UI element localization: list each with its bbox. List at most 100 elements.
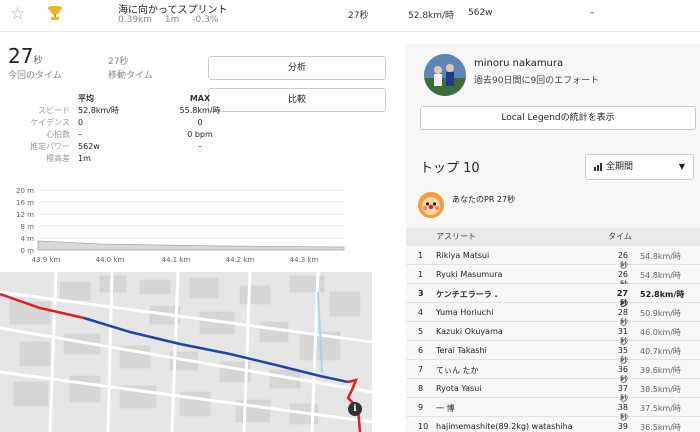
effort-speed: 54.8km/時 (640, 252, 681, 261)
user-avatar[interactable] (418, 192, 444, 218)
athlete-name[interactable]: Terai Takashi (436, 346, 487, 355)
rank: 3 (418, 289, 424, 298)
effort-speed: 38.5km/時 (640, 385, 681, 394)
stats-row-elevation: 標高差 1m (8, 152, 246, 164)
table-row[interactable]: 8 Ryota Yasui 37秒 38.5km/時 (406, 379, 700, 403)
stats-label: 標高差 (46, 153, 70, 163)
effort-speed: 39.6km/時 (640, 366, 681, 375)
table-row-current-user[interactable]: 3 ケンチエラーラ . 27秒 52.8km/時 (406, 284, 700, 308)
stats-max: 0 bpm (187, 129, 213, 139)
local-legend-stats-button[interactable]: Local Legendの統計を表示 (420, 106, 696, 130)
segment-name[interactable]: 海に向かってスプリント (118, 1, 228, 16)
stats-row-speed: スピード 52.8km/時 55.8km/時 (8, 104, 246, 116)
rank: 6 (418, 346, 424, 355)
rank: 4 (418, 308, 424, 317)
table-row[interactable]: 4 Yuma Horiuchi 28秒 50.9km/時 (406, 303, 700, 327)
athlete-name[interactable]: 一 博 (436, 403, 455, 414)
info-icon[interactable]: i (348, 402, 362, 416)
effort-speed: 37.5km/時 (640, 404, 681, 413)
athlete-name[interactable]: Yuma Horiuchi (436, 308, 493, 317)
table-row[interactable]: 5 Kazuki Okuyama 31秒 46.0km/時 (406, 322, 700, 346)
elapsed-time-value: 27 (8, 44, 34, 68)
athlete-name[interactable]: hajimemashite(89.2kg) watashiha (436, 422, 573, 431)
table-row[interactable]: 9一 博 38秒 37.5km/時 (406, 398, 700, 422)
col-athlete: アスリート (436, 232, 476, 241)
personal-record-row (406, 186, 700, 228)
segment-stats: 0.39km 1m -0.3% (118, 15, 228, 25)
table-row[interactable]: 1Ryuki Masumura26秒54.8km/時 (406, 265, 700, 289)
elev-x-tick: 44.3 km (290, 256, 319, 264)
rank: 5 (418, 327, 424, 336)
stats-max: 0 (197, 117, 203, 127)
stats-avg: 1m (78, 153, 91, 163)
stats-avg: 562w (78, 141, 100, 151)
stats-label: ケイデンス (30, 117, 70, 127)
elevation-chart[interactable]: 20 m 16 m 12 m 8 m 4 m 0 m 43.9 km 44.0 … (0, 182, 350, 266)
effort-time[interactable]: 39秒 (610, 422, 628, 432)
segment-row-power: 562w (468, 8, 493, 18)
athlete-name[interactable]: てぃん たか (436, 365, 479, 376)
period-select[interactable]: 全期間 ▼ (585, 154, 694, 180)
effort-speed: 36.5km/時 (640, 423, 681, 432)
leaderboard-title: トップ 10 (420, 161, 480, 176)
table-row[interactable]: 10 hajimemashite(89.2kg) watashiha 39秒 36.5… (406, 417, 700, 432)
map-canvas (0, 272, 372, 432)
local-legend-description: 過去90日間に9回のエフォート (474, 76, 600, 86)
rank: 1 (418, 251, 424, 260)
trophy-icon (48, 6, 62, 20)
athlete-name[interactable]: Ryota Yasui (436, 384, 481, 393)
effort-speed: 40.7km/時 (640, 347, 681, 356)
elapsed-time-label: 今回のタイム (8, 71, 62, 81)
rank: 9 (418, 403, 424, 412)
stats-label: スピード (38, 105, 70, 115)
segment-elevation: 1m (164, 15, 180, 25)
table-row[interactable]: 1 Rikiya Matsui 26秒 54.8km/時 (406, 246, 700, 270)
effort-speed: 46.0km/時 (640, 328, 681, 337)
stats-label: 心拍数 (46, 129, 70, 139)
athlete-name[interactable]: Rikiya Matsui (436, 251, 489, 260)
personal-record-text: あなたのPR 27秒 (452, 195, 516, 204)
stats-label: 推定パワー (30, 141, 70, 151)
rank: 8 (418, 384, 424, 393)
rank: 7 (418, 365, 424, 374)
effort-speed: 52.8km/時 (640, 290, 685, 299)
athlete-name[interactable]: Kazuki Okuyama (436, 327, 503, 336)
star-icon[interactable]: ☆ (10, 4, 25, 24)
route-map[interactable]: i (0, 272, 372, 432)
leaderboard-list: 1 Rikiya Matsui 26秒 54.8km/時 1 Ryuki Masumur… (406, 246, 700, 432)
table-row[interactable]: 6 Terai Takashi 35秒 40.7km/時 (406, 341, 700, 365)
stats-max: 55.8km/時 (179, 105, 221, 115)
stats-avg: 52.8km/時 (78, 105, 119, 115)
local-legend-avatar[interactable] (424, 54, 466, 96)
segment-distance: 0.39km (118, 15, 153, 25)
stats-avg: – (78, 129, 82, 139)
elev-x-tick: 44.0 km (96, 256, 125, 264)
elev-x-tick: 44.1 km (162, 256, 191, 264)
segment-row-hr: – (590, 8, 595, 18)
elev-x-tick: 43.9 km (32, 256, 61, 264)
elev-x-tick: 44.2 km (226, 256, 255, 264)
athlete-name[interactable]: Ryuki Masumura (436, 270, 502, 279)
stats-avg: 0 (78, 117, 84, 127)
chevron-down-icon: ▼ (678, 162, 685, 171)
elev-y-tick: 16 m (16, 199, 34, 207)
segment-grade: -0.3% (192, 15, 219, 25)
table-row[interactable]: 7 てぃん たか 36秒 39.6km/時 (406, 360, 700, 384)
moving-time-value: 27秒 (108, 57, 129, 67)
elev-y-tick: 8 m (21, 223, 35, 231)
local-legend-name[interactable]: minoru nakamura (474, 58, 563, 69)
elev-y-tick: 4 m (21, 235, 35, 243)
elev-y-tick: 20 m (16, 187, 34, 195)
segment-row-speed: 52.8km/時 (408, 11, 455, 21)
elev-y-tick: 0 m (21, 247, 35, 255)
period-select-value: 全期間 (606, 162, 634, 172)
stats-row-power: 推定パワー 562w – (8, 140, 246, 152)
analysis-button[interactable]: 分析 (208, 56, 386, 80)
athlete-name[interactable]: ケンチエラーラ . (436, 289, 498, 300)
segment-row-time: 27秒 (348, 11, 369, 21)
elapsed-time: 27秒 (8, 44, 42, 68)
elev-y-tick: 12 m (16, 211, 34, 219)
stats-max (154, 152, 246, 164)
stats-table: 平均 MAX スピード 52.8km/時 55.8km/時 ケイデンス 0 0 心拍数 –… (8, 92, 246, 164)
stats-row-cadence: ケイデンス 0 0 (8, 116, 246, 128)
